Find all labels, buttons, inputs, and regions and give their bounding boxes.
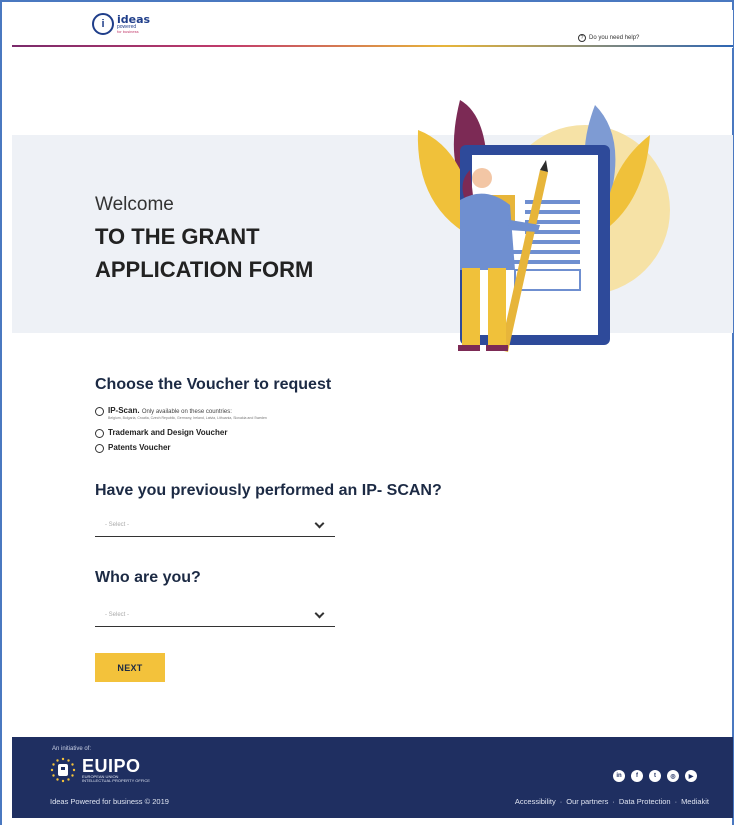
radio-patents-circle[interactable] xyxy=(95,444,104,453)
radio-ip-scan-countries: Belgium, Bulgaria, Croatia, Czech Republ… xyxy=(108,416,267,420)
youtube-icon[interactable]: ▶ xyxy=(685,770,697,782)
radio-trademark-design[interactable]: Trademark and Design Voucher xyxy=(95,428,227,438)
footer-link-mediakit[interactable]: Mediakit xyxy=(681,797,709,806)
radio-ip-scan-label: IP-Scan. xyxy=(108,406,140,415)
radio-ip-scan-note: Only available on these countries: xyxy=(141,409,232,415)
ideas-powered-logo[interactable]: i ideas powered for business xyxy=(92,13,150,35)
linkedin-icon[interactable]: in xyxy=(613,770,625,782)
facebook-icon[interactable]: f xyxy=(631,770,643,782)
help-link[interactable]: ? Do you need help? xyxy=(578,34,639,42)
ipscan-select[interactable]: - Select - xyxy=(95,514,335,537)
euipo-sub2: INTELLECTUAL PROPERTY OFFICE xyxy=(82,778,150,783)
footer: An initiative of: EUIPO EUROPEAN UNION I… xyxy=(12,737,733,818)
social-links: in f t ◎ ▶ xyxy=(613,770,697,782)
page-title: TO THE GRANT APPLICATION FORM xyxy=(95,220,313,286)
footer-link-data-protection[interactable]: Data Protection xyxy=(619,797,671,806)
hero-illustration xyxy=(417,100,670,352)
radio-patents[interactable]: Patents Voucher xyxy=(95,443,171,453)
ipscan-question-title: Have you previously performed an IP- SCA… xyxy=(95,482,442,499)
header-divider xyxy=(12,45,733,47)
who-select-placeholder: - Select - xyxy=(105,612,130,618)
radio-ip-scan-circle[interactable] xyxy=(95,407,104,416)
title-line-2: APPLICATION FORM xyxy=(95,257,314,282)
radio-ip-scan[interactable]: IP-Scan. Only available on these countri… xyxy=(95,406,348,420)
euipo-logo[interactable]: EUIPO EUROPEAN UNION INTELLECTUAL PROPER… xyxy=(50,757,150,783)
instagram-icon[interactable]: ◎ xyxy=(667,770,679,782)
title-line-1: TO THE GRANT xyxy=(95,224,260,249)
chevron-down-icon xyxy=(314,518,325,528)
help-label: Do you need help? xyxy=(589,35,640,41)
radio-patents-label: Patents Voucher xyxy=(108,443,171,452)
who-select[interactable]: - Select - xyxy=(95,604,335,627)
footer-links: Accessibility · Our partners · Data Protec… xyxy=(514,797,709,806)
euipo-name: EUIPO xyxy=(82,756,141,776)
twitter-icon[interactable]: t xyxy=(649,770,661,782)
voucher-section-title: Choose the Voucher to request xyxy=(95,376,332,393)
ipscan-select-placeholder: - Select - xyxy=(105,522,130,528)
help-icon: ? xyxy=(578,34,586,42)
radio-trademark-design-circle[interactable] xyxy=(95,429,104,438)
copyright-text: Ideas Powered for business © 2019 xyxy=(50,797,169,806)
who-question-title: Who are you? xyxy=(95,569,201,586)
welcome-text: Welcome xyxy=(95,194,174,215)
radio-trademark-design-label: Trademark and Design Voucher xyxy=(108,428,228,437)
eu-stars-icon xyxy=(50,757,76,783)
next-button[interactable]: NEXT xyxy=(95,653,165,682)
chevron-down-icon xyxy=(314,608,325,618)
footer-link-partners[interactable]: Our partners xyxy=(566,797,608,806)
footer-link-accessibility[interactable]: Accessibility xyxy=(515,797,556,806)
logo-sub2-text: for business xyxy=(117,29,139,34)
logo-icon: i xyxy=(92,13,114,35)
initiative-label: An initiative of: xyxy=(52,746,92,752)
